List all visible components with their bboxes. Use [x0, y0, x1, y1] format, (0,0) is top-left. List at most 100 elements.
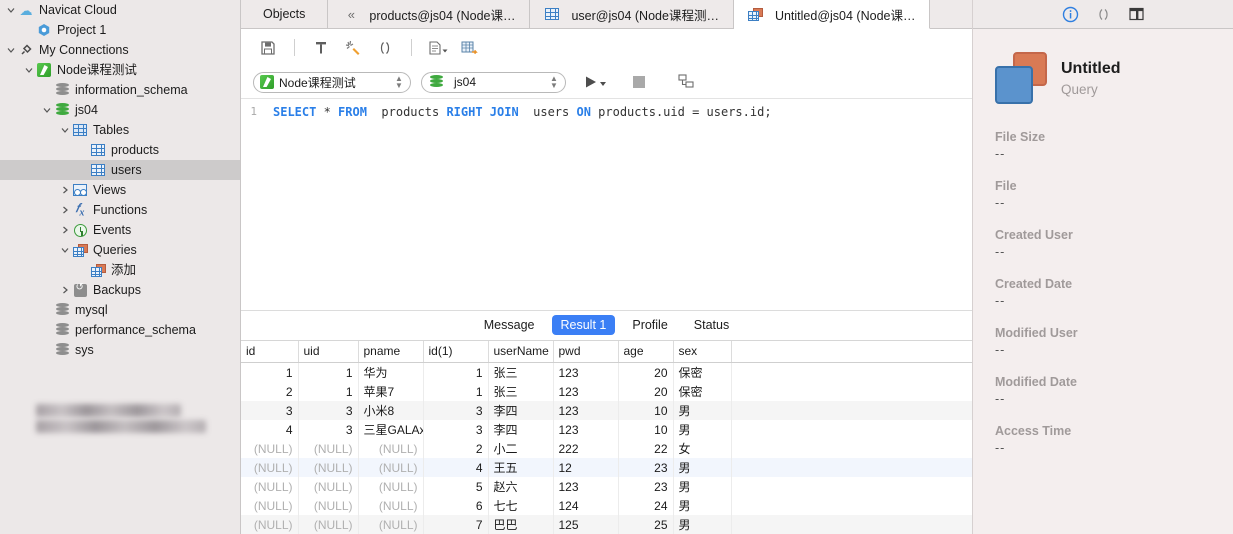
grid-cell[interactable]: (NULL)	[358, 496, 424, 515]
grid-cell[interactable]: 男	[673, 496, 732, 515]
grid-cell[interactable]: 20	[618, 362, 674, 382]
chevron-down-icon[interactable]	[40, 106, 54, 114]
grid-cell[interactable]	[731, 362, 972, 382]
grid-cell[interactable]: 125	[553, 515, 619, 534]
grid-cell[interactable]: 3	[423, 420, 489, 439]
stop-query-button[interactable]	[633, 76, 645, 88]
document-dropdown-icon[interactable]	[423, 35, 453, 61]
info-panel-toolbar[interactable]	[973, 0, 1233, 29]
grid-cell[interactable]: 10	[618, 420, 674, 439]
grid-cell[interactable]	[731, 515, 972, 534]
grid-column-header[interactable]: userName	[488, 340, 554, 363]
beautify-icon[interactable]	[306, 35, 336, 61]
grid-cell[interactable]: 男	[673, 477, 732, 496]
grid-cell[interactable]	[731, 382, 972, 401]
connection-dropdown[interactable]: Node课程测试 ▲ ▼	[253, 71, 411, 93]
grid-cell[interactable]: 1	[241, 362, 299, 382]
sidebar-item-products[interactable]: products	[0, 140, 240, 160]
grid-cell[interactable]: 123	[553, 420, 619, 439]
grid-cell[interactable]: 李四	[488, 420, 554, 439]
chevron-down-icon[interactable]	[58, 126, 72, 134]
grid-cell[interactable]: (NULL)	[358, 477, 424, 496]
grid-cell[interactable]: (NULL)	[241, 496, 299, 515]
table-row[interactable]: 3 3 小米8 3 李四 123 10 男	[241, 401, 972, 420]
sidebar-item-[interactable]: 添加	[0, 260, 240, 280]
sidebar-item-tables[interactable]: Tables	[0, 120, 240, 140]
grid-cell[interactable]	[731, 458, 972, 477]
chevron-updown-icon[interactable]: ▲ ▼	[392, 75, 406, 90]
grid-cell[interactable]: 男	[673, 420, 732, 439]
grid-cell[interactable]: (NULL)	[358, 439, 424, 458]
query-builder-icon[interactable]	[455, 35, 485, 61]
sidebar-item-users[interactable]: users	[0, 160, 240, 180]
grid-cell[interactable]: (NULL)	[358, 515, 424, 534]
grid-cell[interactable]: 25	[618, 515, 674, 534]
grid-cell[interactable]: 男	[673, 458, 732, 477]
parentheses-icon[interactable]	[370, 35, 400, 61]
grid-cell[interactable]: 123	[553, 362, 619, 382]
result-tab-message[interactable]: Message	[475, 315, 544, 335]
grid-cell[interactable]: (NULL)	[241, 515, 299, 534]
grid-cell[interactable]: 张三	[488, 362, 554, 382]
table-panel-icon[interactable]	[1128, 6, 1145, 22]
grid-cell[interactable]: 2	[423, 439, 489, 458]
grid-cell[interactable]: 12	[553, 458, 619, 477]
grid-cell[interactable]: 123	[553, 401, 619, 420]
grid-cell[interactable]: 24	[618, 496, 674, 515]
grid-cell[interactable]: 20	[618, 382, 674, 401]
grid-cell[interactable]: 张三	[488, 382, 554, 401]
database-dropdown[interactable]: js04 ▲ ▼	[421, 71, 566, 93]
grid-cell[interactable]: 5	[423, 477, 489, 496]
grid-cell[interactable]: (NULL)	[298, 515, 359, 534]
grid-cell[interactable]	[731, 477, 972, 496]
grid-cell[interactable]: (NULL)	[298, 439, 359, 458]
explain-plan-button[interactable]	[677, 73, 695, 92]
sidebar-item-node[interactable]: Node课程测试	[0, 60, 240, 80]
table-row[interactable]: (NULL) (NULL) (NULL) 2 小二 222 22 女	[241, 439, 972, 458]
grid-column-header[interactable]: id(1)	[423, 340, 489, 363]
magic-wand-icon[interactable]	[338, 35, 368, 61]
grid-cell[interactable]: 王五	[488, 458, 554, 477]
chevron-down-icon[interactable]	[22, 66, 36, 74]
grid-cell[interactable]: 3	[241, 401, 299, 420]
sidebar-item-information-schema[interactable]: information_schema	[0, 80, 240, 100]
tab-user[interactable]: user@js04 (Node课程测…	[530, 0, 734, 28]
table-row[interactable]: (NULL) (NULL) (NULL) 6 七七 124 24 男	[241, 496, 972, 515]
tab-objects[interactable]: Objects	[241, 0, 329, 28]
table-row[interactable]: 4 3 三星GALAx 3 李四 123 10 男	[241, 420, 972, 439]
grid-cell[interactable]: 2	[241, 382, 299, 401]
grid-cell[interactable]	[731, 420, 972, 439]
sidebar-item-js04[interactable]: js04	[0, 100, 240, 120]
sidebar-item-performance-schema[interactable]: performance_schema	[0, 320, 240, 340]
sidebar-item-sys[interactable]: sys	[0, 340, 240, 360]
grid-column-header[interactable]: uid	[298, 340, 359, 363]
grid-cell[interactable]: (NULL)	[241, 458, 299, 477]
grid-cell[interactable]: 小米8	[358, 401, 424, 420]
grid-cell[interactable]: 三星GALAx	[358, 420, 424, 439]
grid-column-header[interactable]: pwd	[553, 340, 619, 363]
save-icon[interactable]	[253, 35, 283, 61]
grid-cell[interactable]: 7	[423, 515, 489, 534]
grid-cell[interactable]: 4	[241, 420, 299, 439]
sidebar-item-events[interactable]: Events	[0, 220, 240, 240]
sidebar-item-project-1[interactable]: Project 1	[0, 20, 240, 40]
chevron-right-icon[interactable]	[58, 206, 72, 214]
grid-cell[interactable]: 123	[553, 382, 619, 401]
chevron-down-icon[interactable]	[4, 46, 18, 54]
grid-cell[interactable]: 男	[673, 401, 732, 420]
grid-cell[interactable]: (NULL)	[241, 439, 299, 458]
grid-cell[interactable]: 222	[553, 439, 619, 458]
grid-cell[interactable]: 124	[553, 496, 619, 515]
grid-cell[interactable]	[731, 439, 972, 458]
table-row[interactable]: 1 1 华为 1 张三 123 20 保密	[241, 362, 972, 382]
grid-cell[interactable]: 1	[423, 382, 489, 401]
grid-column-header[interactable]: age	[618, 340, 674, 363]
sidebar-item-queries[interactable]: Queries	[0, 240, 240, 260]
sidebar-item-functions[interactable]: 𝑓x Functions	[0, 200, 240, 220]
grid-cell[interactable]: (NULL)	[298, 477, 359, 496]
grid-cell[interactable]: 4	[423, 458, 489, 477]
sql-statement[interactable]: SELECT * FROM products RIGHT JOIN users …	[263, 103, 772, 121]
info-icon[interactable]	[1062, 6, 1079, 23]
grid-cell[interactable]: 23	[618, 477, 674, 496]
grid-cell[interactable]: 华为	[358, 362, 424, 382]
